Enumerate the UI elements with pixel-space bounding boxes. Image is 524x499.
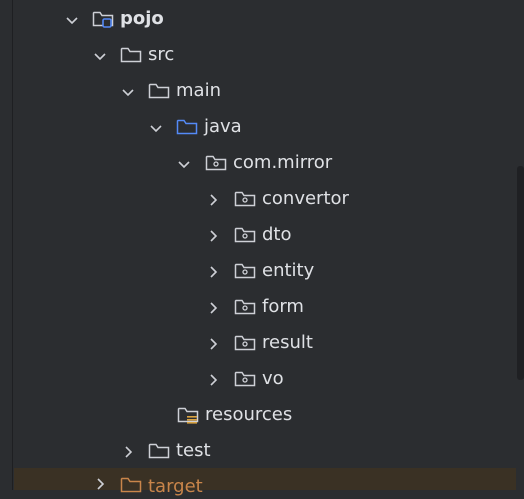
- tree-row-label: convertor: [262, 188, 349, 209]
- tree-row-label: resources: [205, 404, 293, 425]
- tree-row-label: pojo: [120, 8, 164, 29]
- package-icon: [205, 155, 227, 171]
- tree-row-label: com.mirror: [233, 152, 333, 173]
- tree-row-convertor[interactable]: convertor: [14, 182, 516, 218]
- tree-row-java[interactable]: java: [14, 110, 516, 146]
- tree-row-entity[interactable]: entity: [14, 254, 516, 290]
- tree-row-label: vo: [262, 368, 284, 389]
- tree-row-dto[interactable]: dto: [14, 218, 516, 254]
- package-icon: [234, 335, 256, 351]
- tree-row-label: result: [262, 332, 313, 353]
- folder-icon: [120, 47, 142, 63]
- tree-row-label: main: [176, 80, 221, 101]
- folder-icon: [148, 443, 170, 459]
- tree-row-target[interactable]: target: [14, 468, 516, 497]
- package-icon: [234, 371, 256, 387]
- chevron-right-icon[interactable]: [205, 372, 221, 388]
- chevron-right-icon[interactable]: [205, 264, 221, 280]
- package-icon: [234, 227, 256, 243]
- package-icon: [234, 299, 256, 315]
- folder-icon: [148, 83, 170, 99]
- tree-row-label: dto: [262, 224, 292, 245]
- tree-row-form[interactable]: form: [14, 290, 516, 326]
- chevron-down-icon[interactable]: [120, 84, 136, 100]
- tree-gutter: [0, 0, 12, 490]
- tree-row-com-mirror[interactable]: com.mirror: [14, 146, 516, 182]
- source-root-folder-icon: [176, 119, 198, 135]
- chevron-down-icon[interactable]: [64, 12, 80, 28]
- chevron-right-icon[interactable]: [205, 228, 221, 244]
- tree-row-vo[interactable]: vo: [14, 362, 516, 398]
- chevron-down-icon[interactable]: [92, 48, 108, 64]
- tree-row-label: java: [204, 116, 242, 137]
- tree-row-src[interactable]: src: [14, 38, 516, 74]
- gutter-divider: [12, 0, 13, 490]
- chevron-down-icon[interactable]: [176, 156, 192, 172]
- vertical-scrollbar[interactable]: [517, 166, 524, 380]
- tree-row-pojo[interactable]: pojo: [14, 2, 516, 38]
- tree-row-test[interactable]: test: [14, 434, 516, 470]
- chevron-right-icon[interactable]: [205, 192, 221, 208]
- chevron-right-icon[interactable]: [120, 444, 136, 460]
- package-icon: [234, 263, 256, 279]
- module-folder-icon: [92, 11, 114, 28]
- tree-row-result[interactable]: result: [14, 326, 516, 362]
- chevron-down-icon[interactable]: [148, 120, 164, 136]
- tree-row-label: form: [262, 296, 304, 317]
- tree-row-main[interactable]: main: [14, 74, 516, 110]
- resources-folder-icon: [177, 407, 199, 424]
- tree-row-resources[interactable]: resources: [14, 398, 516, 434]
- tree-row-label: src: [148, 44, 175, 65]
- tree-row-label: entity: [262, 260, 315, 281]
- tree-row-label: test: [176, 440, 211, 461]
- tree-row-label: target: [148, 476, 203, 497]
- excluded-folder-icon: [120, 477, 142, 493]
- chevron-right-icon[interactable]: [205, 336, 221, 352]
- chevron-right-icon[interactable]: [205, 300, 221, 316]
- package-icon: [234, 191, 256, 207]
